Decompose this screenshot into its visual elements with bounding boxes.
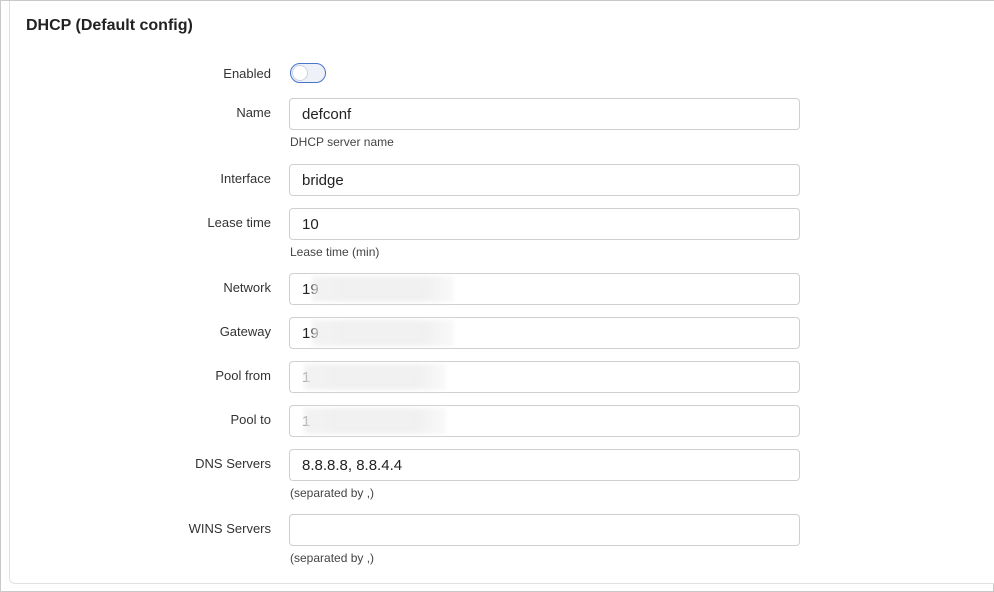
pool-from-label: Pool from	[215, 368, 271, 383]
redaction-blur	[304, 408, 446, 434]
interface-label: Interface	[220, 171, 271, 186]
gateway-input[interactable]: 19	[289, 317, 800, 349]
name-label: Name	[236, 105, 271, 120]
redaction-blur	[312, 276, 454, 302]
interface-value: bridge	[302, 171, 344, 189]
name-help: DHCP server name	[290, 135, 394, 149]
redaction-blur	[304, 364, 446, 390]
interface-input[interactable]: bridge	[289, 164, 800, 196]
lease-time-value: 10	[302, 215, 319, 233]
lease-time-label: Lease time	[207, 215, 271, 230]
toggle-knob	[293, 66, 307, 80]
name-value: defconf	[302, 105, 352, 123]
name-input[interactable]: defconf	[289, 98, 800, 130]
network-input[interactable]: 19	[289, 273, 800, 305]
dns-servers-input[interactable]: 8.8.8.8, 8.8.4.4	[289, 449, 800, 481]
dns-servers-help: (separated by ,)	[290, 486, 375, 500]
redaction-blur	[312, 320, 454, 346]
wins-servers-label: WINS Servers	[188, 521, 271, 536]
gateway-label: Gateway	[219, 324, 271, 339]
pool-to-input[interactable]: 1	[289, 405, 800, 437]
window-frame: DHCP (Default config) Enabled Name defco…	[0, 0, 994, 592]
enabled-label: Enabled	[223, 66, 271, 81]
wins-servers-input[interactable]	[289, 514, 800, 546]
lease-time-help: Lease time (min)	[290, 245, 380, 259]
pool-from-input[interactable]: 1	[289, 361, 800, 393]
lease-time-input[interactable]: 10	[289, 208, 800, 240]
dns-servers-value: 8.8.8.8, 8.8.4.4	[302, 456, 403, 474]
enabled-toggle[interactable]	[290, 63, 326, 83]
wins-servers-help: (separated by ,)	[290, 551, 375, 565]
network-label: Network	[223, 280, 271, 295]
pool-to-label: Pool to	[230, 412, 271, 427]
section-title: DHCP (Default config)	[26, 17, 193, 34]
dns-servers-label: DNS Servers	[195, 456, 271, 471]
